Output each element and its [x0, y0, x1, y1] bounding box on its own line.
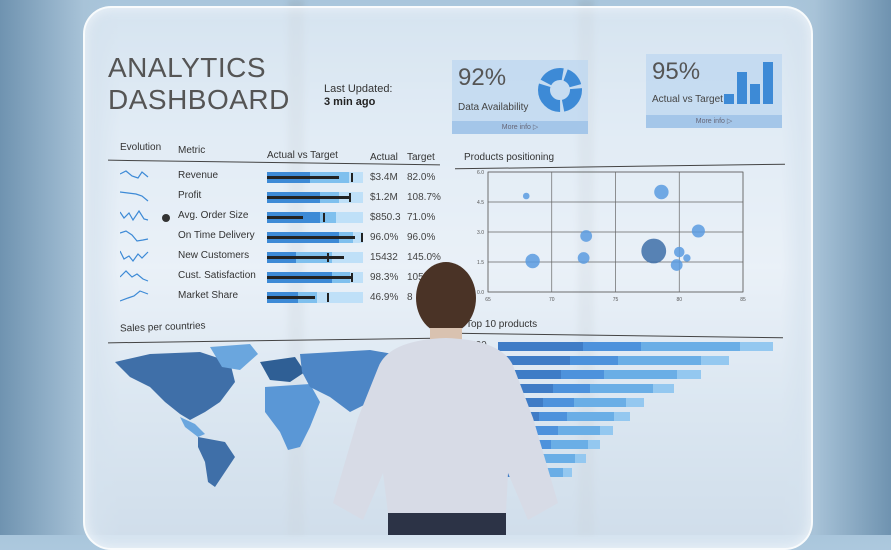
- product-bar-segment: [569, 356, 619, 365]
- product-bar-segment: [618, 356, 702, 365]
- actual-value: 96.0%: [370, 232, 399, 243]
- metric-name: Profit: [178, 190, 202, 201]
- product-bar-segment: [575, 454, 586, 463]
- x-tick-label: 80: [676, 297, 682, 303]
- person-jeans: [388, 513, 506, 535]
- header-target: Target: [407, 152, 435, 163]
- bullet-bar: [267, 212, 363, 223]
- sparkline-icon: [120, 250, 149, 262]
- map-africa: [265, 384, 320, 450]
- bullet-bar: [267, 172, 363, 183]
- bubble-point: [580, 230, 593, 242]
- actual-value: $1.2M: [370, 192, 398, 203]
- product-bar-segment: [740, 342, 773, 351]
- map-europe: [260, 357, 305, 382]
- sparkline-icon: [120, 230, 149, 242]
- last-updated-label: Last Updated:: [324, 83, 393, 95]
- title-line-1: ANALYTICS: [108, 52, 267, 83]
- x-tick-label: 75: [613, 297, 619, 303]
- kpi-card-actual-vs-target: 95% Actual vs Target More info ▷: [646, 54, 782, 128]
- sparkline-icon: [120, 209, 149, 222]
- product-bar-segment: [614, 412, 630, 421]
- target-value: 82.0%: [407, 172, 436, 183]
- arrow-circle-icon: ▷: [532, 124, 539, 131]
- bar-chart-icon: [724, 62, 773, 104]
- product-bar-segment: [626, 398, 644, 407]
- y-tick-label: 4.5: [477, 200, 484, 206]
- person-head: [416, 262, 476, 334]
- bubble-point: [674, 246, 685, 258]
- product-bar-segment: [587, 440, 600, 449]
- person-silhouette: [333, 262, 558, 535]
- bubble-point: [670, 259, 683, 271]
- more-info-link[interactable]: More info ▷: [452, 121, 588, 134]
- metric-name: Avg. Order Size: [178, 210, 249, 221]
- sparkline-icon: [120, 191, 149, 202]
- kpi-card-data-availability: 92% Data Availability More info ▷: [452, 60, 588, 134]
- product-bar-segment: [566, 412, 615, 421]
- metric-name: New Customers: [178, 250, 250, 261]
- bubble-point: [641, 238, 667, 264]
- product-bar-segment: [641, 342, 740, 351]
- bubble-point: [683, 254, 691, 262]
- last-updated-value: 3 min ago: [324, 96, 376, 108]
- kpi-label: Data Availability: [458, 102, 529, 113]
- kpi-label: Actual vs Target: [652, 94, 723, 105]
- kpi-value: 92%: [458, 64, 507, 91]
- highlight-dot-icon: [162, 214, 170, 222]
- map-north-america: [115, 352, 235, 420]
- product-bar-segment: [677, 370, 702, 379]
- more-info-link[interactable]: More info ▷: [646, 115, 782, 128]
- bullet-bar: [267, 232, 364, 243]
- map-south-america: [198, 437, 235, 487]
- arrow-circle-icon: ▷: [726, 118, 733, 125]
- actual-value: $3.4M: [370, 172, 398, 183]
- header-actual-vs-target: Actual vs Target: [267, 150, 338, 161]
- bubble-point: [522, 192, 530, 200]
- bubble-point: [577, 252, 590, 264]
- actual-value: $850.3: [370, 212, 401, 223]
- bubble-point: [654, 184, 669, 200]
- x-tick-label: 85: [740, 297, 746, 303]
- product-bar-segment: [589, 384, 653, 393]
- sparkline-icon: [120, 270, 149, 282]
- person-shirt: [333, 338, 558, 520]
- target-value: 108.7%: [407, 192, 441, 203]
- metric-name: Market Share: [178, 290, 239, 301]
- product-bar-segment: [652, 384, 674, 393]
- metric-name: Cust. Satisfaction: [178, 270, 256, 281]
- target-value: 71.0%: [407, 212, 436, 223]
- product-bar-segment: [701, 356, 729, 365]
- dashboard-title: ANALYTICS DASHBOARD: [108, 52, 290, 116]
- sparkline-icon: [120, 290, 149, 302]
- product-bar-segment: [603, 370, 678, 379]
- target-value: 96.0%: [407, 232, 436, 243]
- y-tick-label: 6.0: [477, 170, 484, 176]
- metric-name: Revenue: [178, 170, 219, 181]
- product-bar-segment: [583, 342, 641, 351]
- bullet-bar: [267, 192, 363, 203]
- y-tick-label: 3.0: [477, 230, 484, 236]
- map-central-america: [180, 417, 205, 437]
- bubble-point: [691, 224, 705, 238]
- kpi-value: 95%: [652, 58, 701, 85]
- products-positioning-title: Products positioning: [464, 152, 555, 163]
- sparkline-icon: [120, 170, 149, 179]
- donut-chart-icon: [538, 68, 582, 112]
- product-bar-segment: [599, 426, 614, 435]
- header-evolution: Evolution: [120, 142, 162, 153]
- product-bar-segment: [573, 398, 627, 407]
- metric-name: On Time Delivery: [178, 230, 255, 241]
- header-actual: Actual: [370, 152, 398, 163]
- title-line-2: DASHBOARD: [108, 84, 290, 115]
- header-metric: Metric: [178, 145, 206, 156]
